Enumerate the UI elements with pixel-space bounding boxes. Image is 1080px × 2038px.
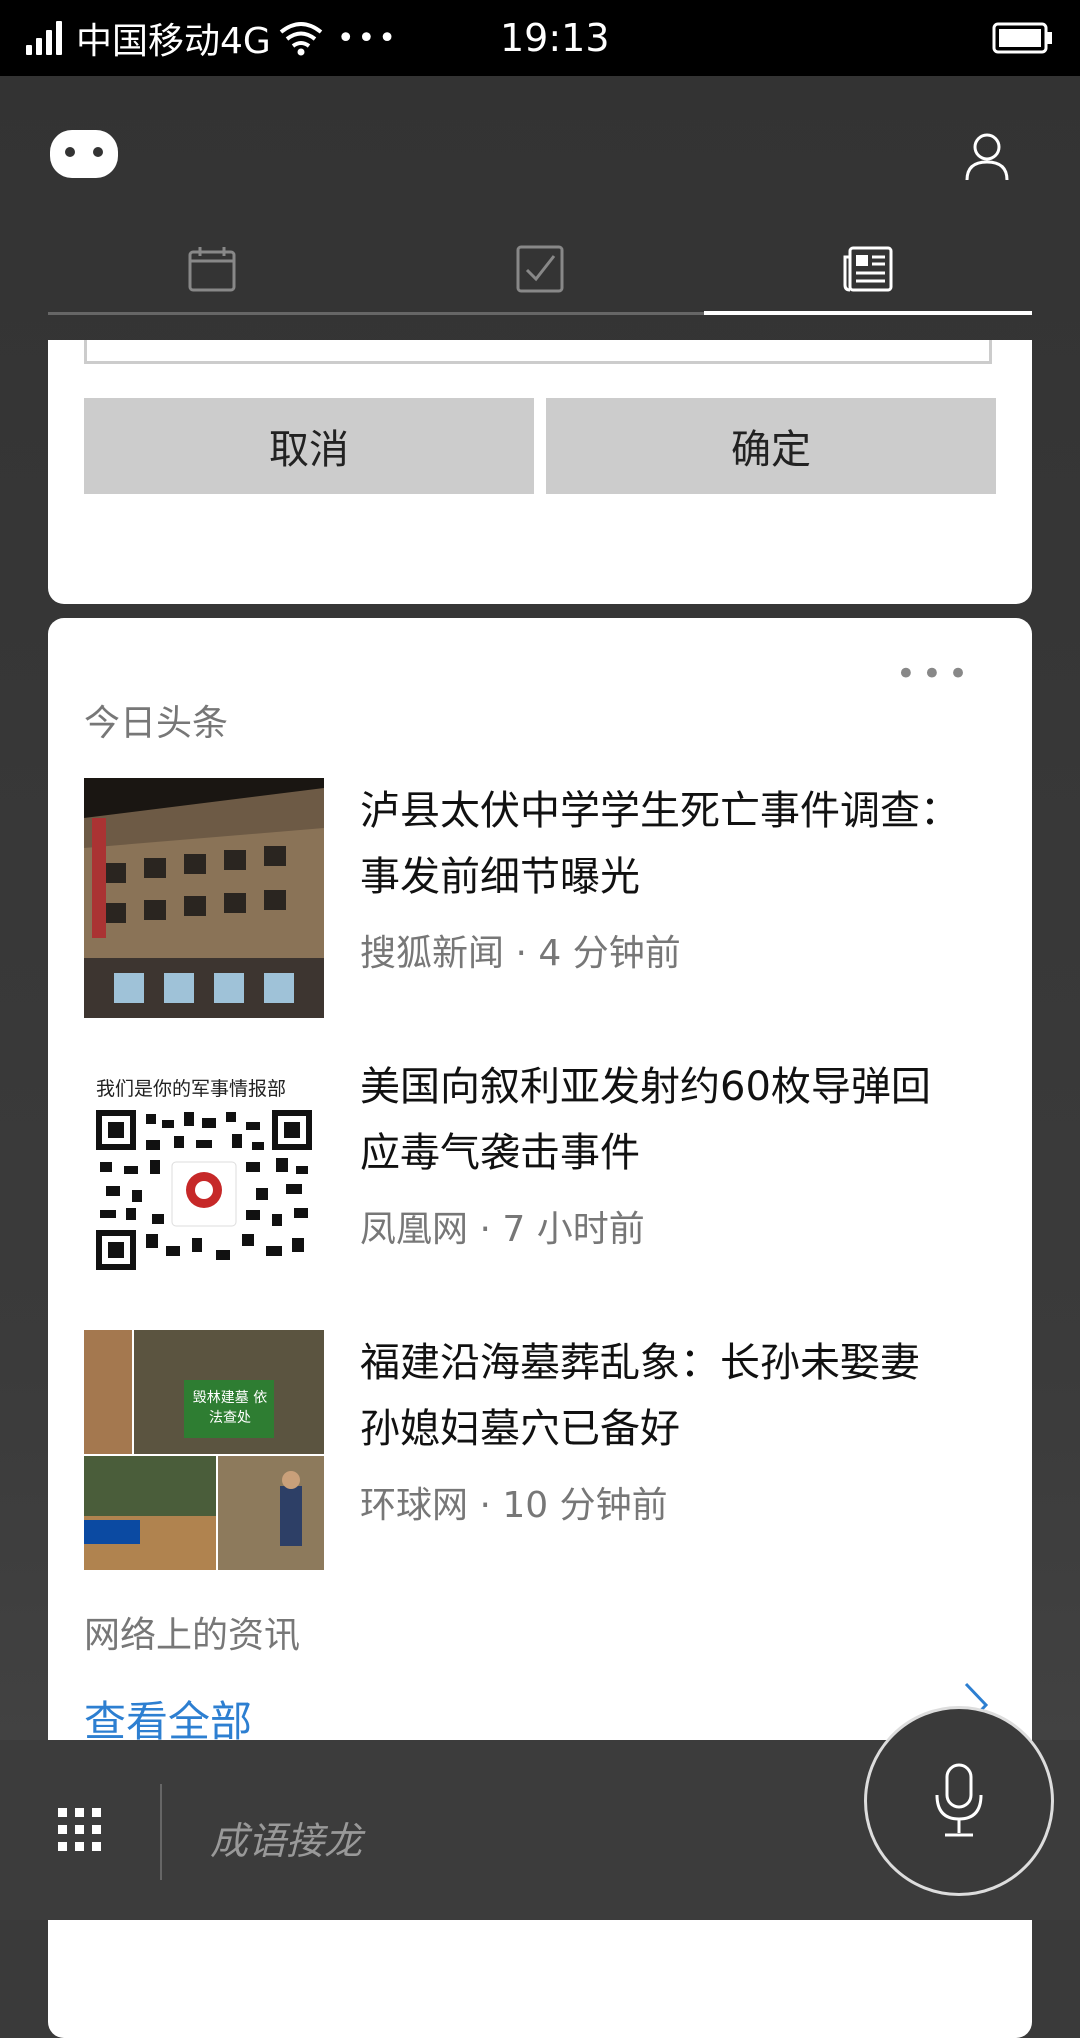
tab-tasks[interactable]	[376, 226, 704, 312]
news-headline: 福建沿海墓葬乱象：长孙未娶妻 孙媳妇墓穴已备好	[360, 1340, 920, 1452]
cortana-logo-icon[interactable]	[48, 128, 120, 180]
thumbnail-caption: 我们是你的军事情报部	[96, 1078, 287, 1100]
news-source: 凤凰网	[360, 1209, 469, 1250]
news-meta: 搜狐新闻 · 4 分钟前	[360, 933, 681, 974]
newspaper-icon	[843, 246, 893, 292]
apps-grid-icon[interactable]	[58, 1808, 102, 1852]
news-meta: 凤凰网 · 7 小时前	[360, 1209, 645, 1250]
confirm-button[interactable]: 确定	[546, 398, 996, 494]
thumbnail-caption: 毁林建墓 依法查处	[192, 1390, 268, 1426]
news-section-title: 今日头条	[84, 703, 229, 744]
battery-icon	[992, 22, 1052, 54]
user-profile-icon[interactable]	[964, 132, 1010, 182]
calendar-icon	[188, 247, 236, 292]
wifi-icon	[279, 22, 323, 56]
news-footer-label: 网络上的资讯	[84, 1615, 301, 1656]
tab-active-indicator	[704, 311, 1032, 315]
status-bar: 中国移动4G ••• 19:13	[0, 0, 1080, 76]
mic-button[interactable]	[864, 1706, 1054, 1896]
news-headline: 美国向叙利亚发射约60枚导弹回应毒气袭击事件	[360, 1064, 931, 1176]
more-notifications-icon: •••	[336, 20, 399, 56]
text-input[interactable]	[84, 340, 992, 364]
suggestion-text[interactable]: 成语接龙	[210, 1810, 362, 1865]
news-item[interactable]: 泸县太伏中学学生死亡事件调查：事发前细节曝光 搜狐新闻 · 4 分钟前	[84, 778, 996, 1018]
news-headline: 泸县太伏中学学生死亡事件调查：事发前细节曝光	[360, 788, 960, 900]
news-time: 10 分钟前	[502, 1485, 668, 1526]
news-item[interactable]: 我们是你的军事情报部 美国向叙利亚发射约60枚导弹回应毒气袭击事件 凤凰网 · …	[84, 1054, 996, 1294]
tab-news[interactable]	[704, 226, 1032, 312]
more-options-icon[interactable]: •••	[896, 654, 974, 694]
status-left: 中国移动4G •••	[26, 14, 399, 62]
bottom-divider	[160, 1784, 162, 1880]
qr-code-icon	[96, 1110, 312, 1270]
microphone-icon	[935, 1763, 983, 1837]
signal-icon	[26, 21, 66, 55]
status-time: 19:13	[500, 16, 610, 60]
news-meta: 环球网 · 10 分钟前	[360, 1485, 668, 1526]
news-thumbnail: 我们是你的军事情报部	[84, 1054, 324, 1294]
news-time: 4 分钟前	[538, 933, 681, 974]
checkbox-icon	[516, 245, 564, 293]
carrier-name: 中国移动4G	[76, 21, 271, 62]
news-thumbnail: 毁林建墓 依法查处	[84, 1330, 324, 1570]
dialog-card: 取消 确定	[48, 340, 1032, 604]
news-source: 搜狐新闻	[360, 933, 505, 974]
news-time: 7 小时前	[502, 1209, 645, 1250]
tab-calendar[interactable]	[48, 226, 376, 312]
news-item[interactable]: 毁林建墓 依法查处 福建沿海墓葬乱象：长孙未娶妻 孙媳妇墓穴已备好 环球网 · …	[84, 1330, 996, 1570]
cancel-button[interactable]: 取消	[84, 398, 534, 494]
news-thumbnail	[84, 778, 324, 1018]
news-source: 环球网	[360, 1485, 469, 1526]
